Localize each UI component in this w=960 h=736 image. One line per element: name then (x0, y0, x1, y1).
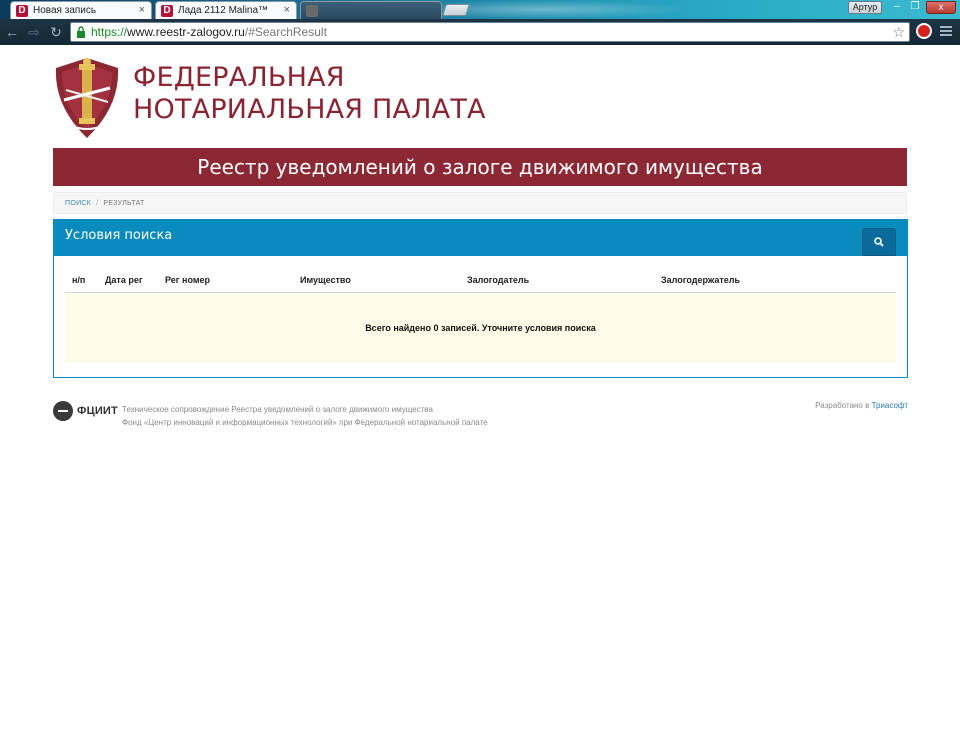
footer-line-1: Техническое сопровождение Реестра уведом… (122, 405, 433, 414)
url-host: www.reestr-zalogov.ru (127, 25, 245, 39)
tab-title: Новая запись (33, 5, 97, 16)
column-header-number[interactable]: н/п (72, 275, 85, 285)
site-header: ФЕДЕРАЛЬНАЯ НОТАРИАЛЬНАЯ ПАЛАТА (52, 46, 908, 142)
close-window-button[interactable]: x (926, 1, 956, 14)
browser-toolbar: ← ⇨ ↻ https://www.reestr-zalogov.ru/#Sea… (0, 19, 960, 45)
organization-name-line1: ФЕДЕРАЛЬНАЯ (133, 62, 345, 93)
fciit-logo-text: ФЦИИТ (77, 405, 118, 417)
breadcrumb-current: РЕЗУЛЬТАТ (103, 200, 145, 207)
new-tab-button[interactable] (442, 4, 470, 16)
adblock-extension-icon[interactable] (916, 23, 932, 39)
developer-credit-prefix: Разработано в (815, 401, 872, 410)
search-button[interactable] (862, 228, 896, 256)
breadcrumb-search-link[interactable]: ПОИСК (65, 200, 91, 207)
breadcrumb-separator: / (96, 200, 99, 207)
drive2-favicon-icon: D (161, 5, 173, 17)
notary-chamber-emblem-icon[interactable] (52, 54, 122, 140)
fciit-logo[interactable]: ФЦИИТ (53, 401, 118, 423)
bookmark-star-icon[interactable]: ☆ (892, 23, 905, 41)
table-header-row: н/п Дата рег Рег номер Имущество Залогод… (65, 266, 896, 293)
organization-name-line2: НОТАРИАЛЬНАЯ ПАЛАТА (133, 94, 486, 125)
forward-icon[interactable]: ⇨ (26, 24, 42, 40)
browser-tab-1[interactable]: D Новая запись × (10, 1, 152, 19)
registry-banner: Реестр уведомлений о залоге движимого им… (53, 148, 907, 186)
column-header-reg-date[interactable]: Дата рег (105, 275, 143, 285)
url-path: /#SearchResult (244, 25, 327, 39)
empty-results-message: Всего найдено 0 записей. Уточните услови… (65, 293, 896, 363)
tab-close-icon[interactable]: × (284, 4, 290, 16)
column-header-pledgee[interactable]: Залогодержатель (661, 275, 740, 285)
footer-support-text: Техническое сопровождение Реестра уведом… (122, 403, 488, 429)
fciit-logo-icon (53, 401, 73, 421)
column-header-property[interactable]: Имущество (300, 275, 351, 285)
address-bar[interactable]: https://www.reestr-zalogov.ru/#SearchRes… (70, 22, 910, 42)
panel-title: Условия поиска (65, 228, 173, 243)
minimize-button[interactable]: – (888, 1, 906, 14)
site-footer: ФЦИИТ Техническое сопровождение Реестра … (53, 400, 908, 430)
developer-credit: Разработано в Триасофт (815, 401, 908, 410)
column-header-reg-number[interactable]: Рег номер (165, 275, 210, 285)
browser-tab-2[interactable]: D Лада 2112 Malina™ × (155, 1, 297, 19)
browser-titlebar: D Новая запись × D Лада 2112 Malina™ × А… (0, 0, 960, 19)
panel-header[interactable]: Условия поиска (54, 220, 907, 256)
browser-menu-icon[interactable] (940, 26, 952, 38)
maximize-button[interactable]: ❐ (906, 1, 924, 14)
profile-button[interactable]: Артур (848, 1, 882, 14)
organization-name: ФЕДЕРАЛЬНАЯ НОТАРИАЛЬНАЯ ПАЛАТА (133, 62, 486, 126)
search-icon (874, 237, 884, 247)
tab-close-icon[interactable]: × (139, 4, 145, 16)
url-scheme: https:// (91, 25, 128, 39)
search-conditions-panel: Условия поиска н/п Дата рег Рег номер Им… (53, 219, 908, 378)
column-header-pledgor[interactable]: Залогодатель (467, 275, 529, 285)
footer-line-2: Фонд «Центр инноваций и информационных т… (122, 418, 488, 427)
tab-title: Лада 2112 Malina™ (178, 5, 269, 16)
reload-icon[interactable]: ↻ (48, 24, 64, 40)
browser-tab-3[interactable] (300, 1, 442, 19)
registry-favicon-icon (306, 5, 318, 17)
results-table: н/п Дата рег Рег номер Имущество Залогод… (65, 266, 896, 363)
developer-link[interactable]: Триасофт (872, 401, 908, 410)
breadcrumb: ПОИСК / РЕЗУЛЬТАТ (53, 192, 907, 214)
drive2-favicon-icon: D (16, 5, 28, 17)
back-icon[interactable]: ← (4, 24, 20, 40)
lock-icon (77, 26, 85, 38)
